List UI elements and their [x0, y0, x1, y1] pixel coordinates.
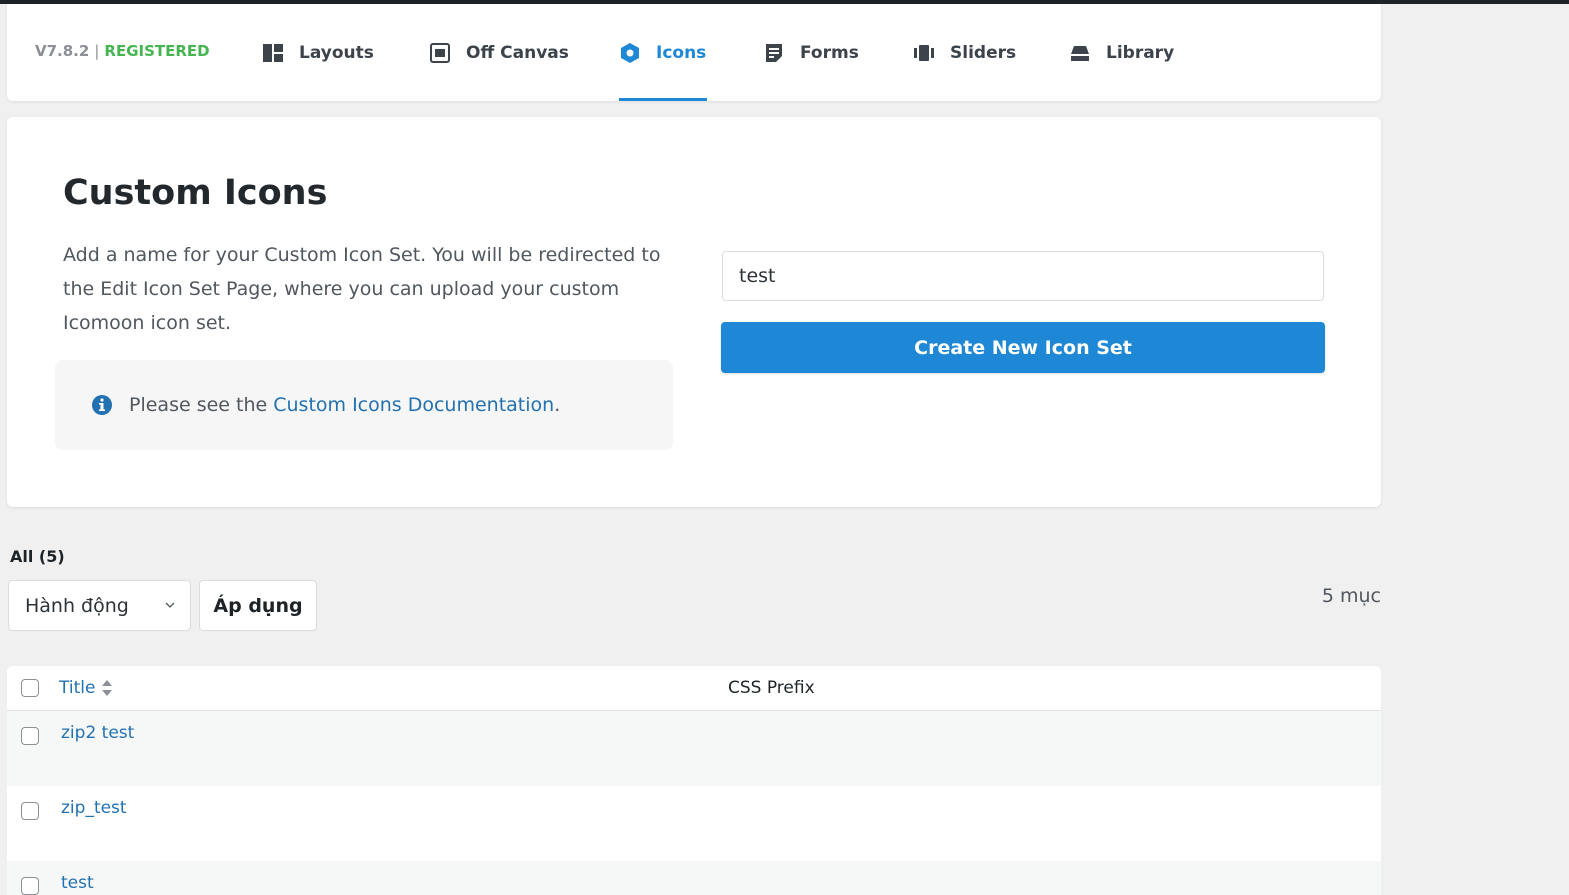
table-row: test: [7, 861, 1381, 895]
row-checkbox[interactable]: [21, 802, 39, 820]
documentation-link[interactable]: Custom Icons Documentation: [273, 394, 554, 416]
column-title[interactable]: Title: [59, 678, 113, 698]
icon-sets-table: Title CSS Prefix zip2 test zip_test test: [7, 666, 1381, 895]
chevron-down-icon: [165, 602, 175, 608]
nav-off-canvas[interactable]: Off Canvas: [429, 4, 569, 101]
filter-all[interactable]: All (5): [10, 547, 65, 566]
layouts-icon: [262, 42, 284, 64]
plugin-header: V7.8.2 | REGISTERED Layouts Off Canvas Ico…: [7, 4, 1381, 101]
icon-set-name-input[interactable]: [722, 251, 1324, 301]
column-title-label: Title: [59, 678, 96, 698]
notice-suffix: .: [554, 394, 561, 416]
table-header: Title CSS Prefix: [7, 666, 1381, 711]
items-count: 5 mục: [1321, 585, 1381, 607]
create-icon-set-button[interactable]: Create New Icon Set: [721, 322, 1325, 373]
nav-label: Icons: [656, 42, 707, 63]
bulk-action-value: Hành động: [25, 594, 129, 617]
sort-icon: [102, 680, 113, 696]
version-number: V7.8.2: [35, 42, 90, 60]
table-row: zip2 test: [7, 711, 1381, 786]
nav-label: Layouts: [299, 42, 374, 63]
nav-sliders[interactable]: Sliders: [913, 4, 1016, 101]
custom-icons-panel: Custom Icons Add a name for your Custom …: [7, 117, 1381, 507]
apply-button[interactable]: Áp dụng: [199, 580, 317, 631]
nav-layouts[interactable]: Layouts: [262, 4, 374, 101]
row-checkbox[interactable]: [21, 727, 39, 745]
off-canvas-icon: [429, 42, 451, 64]
nav-library[interactable]: Library: [1069, 4, 1174, 101]
page-description: Add a name for your Custom Icon Set. You…: [63, 244, 661, 334]
version-separator: |: [94, 42, 100, 60]
sliders-icon: [913, 42, 935, 64]
version-info: V7.8.2 | REGISTERED: [35, 42, 210, 60]
registration-status: REGISTERED: [104, 42, 210, 60]
table-row: zip_test: [7, 786, 1381, 861]
column-css-prefix: CSS Prefix: [728, 678, 815, 698]
select-all-checkbox[interactable]: [21, 679, 39, 697]
row-title-link[interactable]: test: [61, 873, 94, 893]
nav-label: Forms: [800, 42, 859, 63]
library-icon: [1069, 42, 1091, 64]
row-title-link[interactable]: zip_test: [61, 798, 127, 818]
bulk-action-select[interactable]: Hành động: [8, 580, 191, 631]
row-title-link[interactable]: zip2 test: [61, 723, 134, 743]
nav-label: Library: [1106, 42, 1175, 63]
info-icon: [92, 395, 112, 415]
documentation-notice: Please see the Custom Icons Documentatio…: [55, 360, 673, 450]
row-checkbox[interactable]: [21, 877, 39, 895]
nav-label: Off Canvas: [466, 42, 569, 63]
nav-forms[interactable]: Forms: [763, 4, 859, 101]
notice-text: Please see the Custom Icons Documentatio…: [129, 394, 560, 416]
nav-label: Sliders: [950, 42, 1017, 63]
icons-icon: [619, 42, 641, 64]
notice-prefix: Please see the: [129, 394, 274, 416]
forms-icon: [763, 42, 785, 64]
page-title: Custom Icons: [63, 173, 328, 213]
nav-icons[interactable]: Icons: [619, 4, 707, 101]
